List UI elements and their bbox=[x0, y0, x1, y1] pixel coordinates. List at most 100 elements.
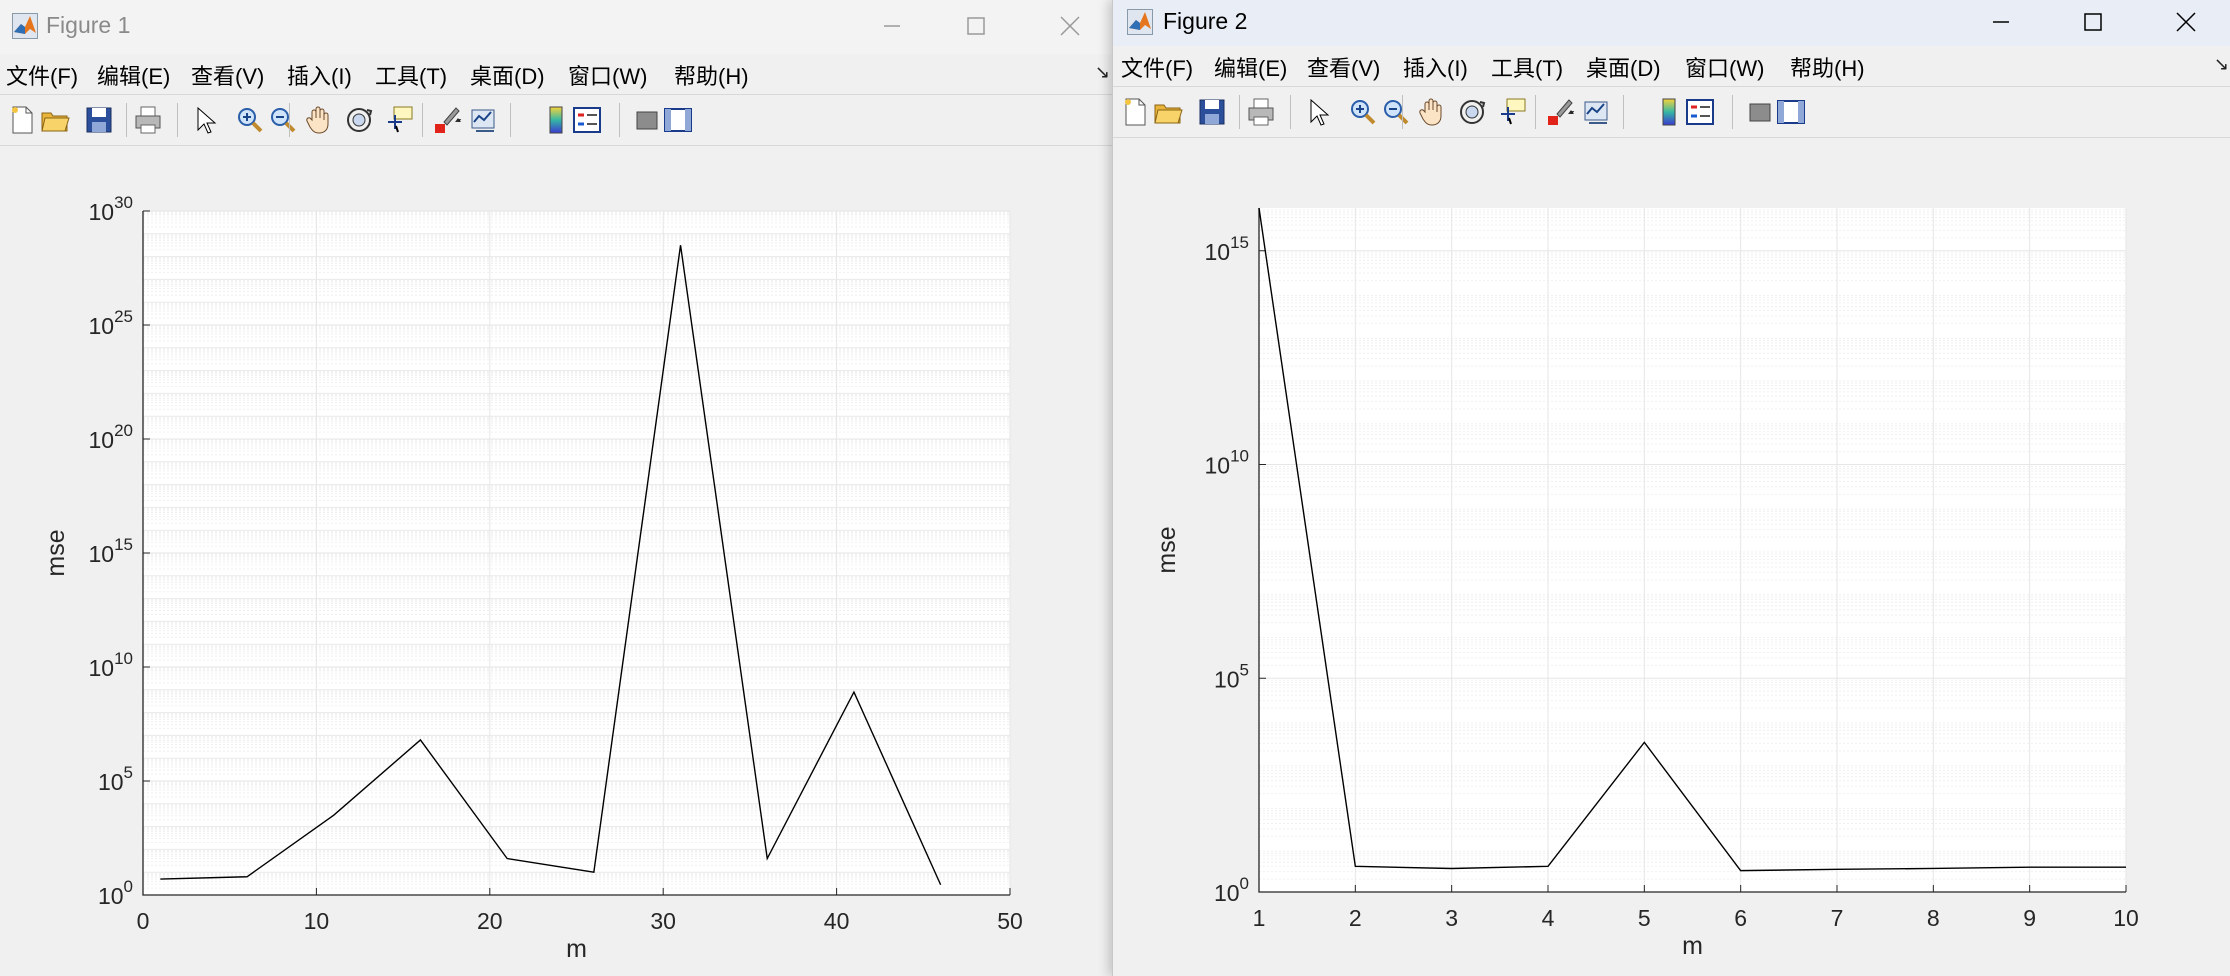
menu-desktop[interactable]: 桌面(D) bbox=[470, 59, 545, 91]
menu-window[interactable]: 窗口(W) bbox=[1685, 51, 1764, 83]
plot-area: 0 10 20 30 40 50 100 105 1010 1015 1020 1025 1030 m ms… bbox=[0, 146, 1112, 976]
y-tick-label: 1010 bbox=[1204, 447, 1249, 479]
zoom-in-icon[interactable] bbox=[234, 104, 266, 136]
menu-window[interactable]: 窗口(W) bbox=[568, 59, 647, 91]
save-icon[interactable] bbox=[83, 104, 115, 136]
minimize-button[interactable] bbox=[862, 6, 922, 46]
y-tick-label: 1030 bbox=[88, 193, 133, 225]
menu-help[interactable]: 帮助(H) bbox=[1790, 51, 1865, 83]
pan-hand-icon[interactable] bbox=[1416, 96, 1448, 128]
show-plot-tools-icon[interactable] bbox=[1775, 96, 1807, 128]
x-tick-label: 40 bbox=[824, 908, 850, 934]
colorbar-icon[interactable] bbox=[540, 104, 572, 136]
window-title: Figure 1 bbox=[46, 12, 131, 38]
pan-hand-icon[interactable] bbox=[303, 104, 335, 136]
new-figure-icon[interactable] bbox=[1119, 96, 1151, 128]
print-icon[interactable] bbox=[1245, 96, 1277, 128]
hide-plot-tools-icon[interactable] bbox=[1744, 96, 1776, 128]
chart-1[interactable]: 0 10 20 30 40 5010010510101015102010251030mms… bbox=[0, 146, 1112, 976]
y-tick-label: 100 bbox=[1214, 874, 1249, 906]
toolbar-separator bbox=[422, 103, 423, 137]
menu-tools[interactable]: 工具(T) bbox=[1491, 51, 1563, 83]
rotate-3d-icon[interactable] bbox=[343, 104, 375, 136]
menu-insert[interactable]: 插入(I) bbox=[1403, 51, 1468, 83]
toolbar-separator bbox=[1290, 95, 1291, 129]
toolbar-separator bbox=[1402, 95, 1403, 129]
edit-plot-arrow-icon[interactable] bbox=[1302, 96, 1334, 128]
close-button[interactable] bbox=[2156, 2, 2216, 42]
x-tick-label: 5 bbox=[1638, 905, 1651, 931]
x-tick-label: 4 bbox=[1542, 905, 1555, 931]
menu-edit[interactable]: 编辑(E) bbox=[1214, 51, 1287, 83]
x-tick-label: 1 bbox=[1253, 905, 1266, 931]
show-plot-tools-icon[interactable] bbox=[662, 104, 694, 136]
zoom-out-icon[interactable] bbox=[267, 104, 299, 136]
new-figure-icon[interactable] bbox=[6, 104, 38, 136]
open-file-icon[interactable] bbox=[39, 104, 71, 136]
close-icon bbox=[2176, 12, 2196, 32]
menu-view[interactable]: 查看(V) bbox=[191, 59, 264, 91]
open-file-icon[interactable] bbox=[1152, 96, 1184, 128]
legend-icon[interactable] bbox=[1684, 96, 1716, 128]
toolbar-separator bbox=[619, 103, 620, 137]
matlab-logo-icon bbox=[1127, 9, 1153, 35]
hide-plot-tools-icon[interactable] bbox=[631, 104, 663, 136]
zoom-out-icon[interactable] bbox=[1380, 96, 1412, 128]
y-tick-label: 105 bbox=[98, 763, 133, 795]
title-bar[interactable]: Figure 2 bbox=[1113, 0, 2230, 46]
menu-file[interactable]: 文件(F) bbox=[6, 59, 78, 91]
zoom-in-icon[interactable] bbox=[1347, 96, 1379, 128]
colorbar-icon[interactable] bbox=[1653, 96, 1685, 128]
menu-view[interactable]: 查看(V) bbox=[1307, 51, 1380, 83]
dock-arrow-icon[interactable]: ↘ bbox=[2214, 54, 2229, 75]
y-tick-label: 1015 bbox=[88, 535, 133, 567]
link-plot-icon[interactable] bbox=[1581, 96, 1613, 128]
x-tick-label: 3 bbox=[1445, 905, 1458, 931]
y-tick-label: 1025 bbox=[88, 307, 133, 339]
x-tick-label: 0 bbox=[137, 908, 150, 934]
menu-help[interactable]: 帮助(H) bbox=[674, 59, 749, 91]
dock-arrow-icon[interactable]: ↘ bbox=[1095, 62, 1110, 83]
menu-insert[interactable]: 插入(I) bbox=[287, 59, 352, 91]
toolbar-separator bbox=[1732, 95, 1733, 129]
toolbar-separator bbox=[1535, 95, 1536, 129]
toolbar-separator bbox=[126, 103, 127, 137]
matlab-logo-icon bbox=[12, 13, 38, 39]
title-bar[interactable]: Figure 1 bbox=[0, 0, 1112, 54]
minimize-button[interactable] bbox=[1971, 2, 2031, 42]
close-button[interactable] bbox=[1040, 6, 1100, 46]
maximize-button[interactable] bbox=[2063, 2, 2123, 42]
x-tick-label: 30 bbox=[650, 908, 676, 934]
rotate-3d-icon[interactable] bbox=[1456, 96, 1488, 128]
close-icon bbox=[1060, 16, 1080, 36]
print-icon[interactable] bbox=[132, 104, 164, 136]
data-cursor-icon[interactable] bbox=[384, 104, 416, 136]
data-cursor-icon[interactable] bbox=[1497, 96, 1529, 128]
maximize-icon bbox=[2084, 13, 2102, 31]
toolbar-separator bbox=[289, 103, 290, 137]
plot-area: 1 2 3 4 5 6 7 8 9 10 100 105 1010 1015 m mse bbox=[1113, 138, 2230, 976]
toolbar-separator bbox=[1623, 95, 1624, 129]
menu-tools[interactable]: 工具(T) bbox=[375, 59, 447, 91]
y-axis-label: mse bbox=[42, 529, 70, 576]
edit-plot-arrow-icon[interactable] bbox=[189, 104, 221, 136]
x-tick-label: 7 bbox=[1831, 905, 1844, 931]
minimize-icon bbox=[1993, 21, 2009, 23]
menu-file[interactable]: 文件(F) bbox=[1121, 51, 1193, 83]
menu-edit[interactable]: 编辑(E) bbox=[97, 59, 170, 91]
x-tick-label: 8 bbox=[1927, 905, 1940, 931]
figure-1-window: Figure 1 文件(F) 编辑(E) 查看(V) 插入(I) 工具(T) 桌… bbox=[0, 0, 1112, 976]
y-axis-label: mse bbox=[1153, 526, 1181, 573]
save-icon[interactable] bbox=[1196, 96, 1228, 128]
minimize-icon bbox=[884, 25, 900, 27]
x-tick-label: 10 bbox=[2113, 905, 2139, 931]
figure-2-window: Figure 2 文件(F) 编辑(E) 查看(V) 插入(I) 工具(T) 桌… bbox=[1112, 0, 2230, 976]
chart-2[interactable]: 1 2 3 4 5 6 7 8 9 10 100 105 1010 1015 m mse bbox=[1113, 138, 2230, 976]
legend-icon[interactable] bbox=[571, 104, 603, 136]
menu-desktop[interactable]: 桌面(D) bbox=[1586, 51, 1661, 83]
maximize-button[interactable] bbox=[946, 6, 1006, 46]
link-plot-icon[interactable] bbox=[468, 104, 500, 136]
x-axis-label: m bbox=[566, 935, 587, 963]
y-tick-label: 1020 bbox=[88, 421, 133, 453]
x-tick-label: 20 bbox=[477, 908, 503, 934]
